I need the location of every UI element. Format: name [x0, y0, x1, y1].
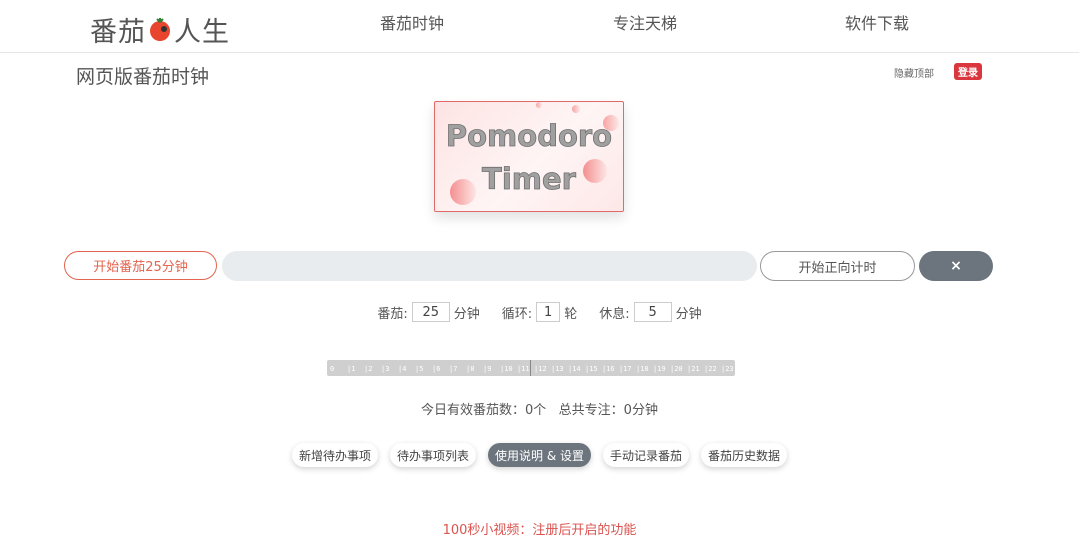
nav-software-download[interactable]: 软件下载: [845, 10, 909, 34]
day-timeline: 0 |1 |2 |3 |4 |5 |6 |7 |8 |9 |10 |11 |12 |13 |14 |15 |16…: [327, 360, 735, 376]
hide-top-link[interactable]: 隐藏顶部: [894, 65, 934, 80]
banner-line2: Timer: [482, 162, 577, 196]
action-buttons: 新增待办事项 待办事项列表 使用说明 & 设置 手动记录番茄 番茄历史数据: [0, 443, 1079, 467]
todo-list-button[interactable]: 待办事项列表: [389, 443, 476, 467]
tomato-minutes-input[interactable]: [411, 302, 450, 322]
help-settings-button[interactable]: 使用说明 & 设置: [488, 443, 591, 467]
manual-record-button[interactable]: 手动记录番茄: [603, 443, 690, 467]
logo-text-left: 番茄: [90, 17, 146, 48]
rest-label: 休息:: [599, 306, 630, 322]
top-bar: 番茄 人生 番茄时钟 专注天梯 软件下载: [0, 0, 1079, 53]
timeline-hour-0: 0: [330, 365, 335, 373]
tomato-label: 番茄:: [377, 306, 408, 322]
tomato-unit: 分钟: [453, 306, 480, 322]
banner-line1: Pomodoro: [446, 119, 612, 153]
timeline-hour-7: |7: [449, 365, 458, 373]
progress-bar: [222, 251, 757, 281]
rest-unit: 分钟: [675, 306, 702, 322]
timeline-hour-11: |11: [517, 365, 530, 373]
tomato-icon: [148, 17, 172, 42]
timeline-hour-19: |19: [653, 365, 666, 373]
timeline-hour-2: |2: [364, 365, 373, 373]
cycle-unit: 轮: [564, 306, 578, 322]
banner-graphic: Pomodoro Timer: [445, 102, 619, 205]
timeline-hour-20: |20: [670, 365, 683, 373]
timer-settings: 番茄: 分钟 循环: 轮 休息: 分钟: [0, 302, 1079, 322]
timeline-noon-marker: [530, 360, 531, 376]
nav-focus-ladder[interactable]: 专注天梯: [613, 10, 677, 34]
timeline-hour-23: |23: [721, 365, 734, 373]
start-count-up-button[interactable]: 开始正向计时: [760, 251, 915, 281]
timeline-hour-13: |13: [551, 365, 564, 373]
history-data-button[interactable]: 番茄历史数据: [701, 443, 788, 467]
timeline-hour-9: |9: [483, 365, 492, 373]
start-pomodoro-button[interactable]: 开始番茄25分钟: [64, 251, 217, 280]
timeline-hour-10: |10: [500, 365, 513, 373]
cycle-count-input[interactable]: [536, 302, 561, 322]
rest-minutes-input[interactable]: [633, 302, 672, 322]
timeline-hour-14: |14: [568, 365, 581, 373]
timeline-hour-3: |3: [381, 365, 390, 373]
login-button[interactable]: 登录: [954, 63, 982, 80]
timeline-hour-6: |6: [432, 365, 441, 373]
timeline-hour-4: |4: [398, 365, 407, 373]
timeline-hour-8: |8: [466, 365, 475, 373]
cycle-label: 循环:: [501, 306, 533, 322]
logo[interactable]: 番茄 人生: [90, 10, 230, 49]
timeline-hour-21: |21: [687, 365, 700, 373]
timeline-hour-1: |1: [347, 365, 356, 373]
nav-tomato-clock[interactable]: 番茄时钟: [380, 10, 444, 34]
add-todo-button[interactable]: 新增待办事项: [291, 443, 378, 467]
logo-text-right: 人生: [174, 17, 230, 48]
timeline-hour-12: |12: [534, 365, 547, 373]
timeline-hour-5: |5: [415, 365, 424, 373]
today-stats: 今日有效番茄数：0个 总共专注：0分钟: [421, 403, 658, 418]
page-title: 网页版番茄时钟: [76, 66, 210, 88]
timeline-hour-16: |16: [602, 365, 615, 373]
timeline-hour-22: |22: [704, 365, 717, 373]
close-button[interactable]: ×: [919, 251, 993, 281]
timeline-hour-18: |18: [636, 365, 649, 373]
timeline-hour-17: |17: [619, 365, 632, 373]
pomodoro-timer-banner: Pomodoro Timer: [434, 101, 624, 212]
video-feature-link[interactable]: 100秒小视频：注册后开启的功能: [0, 519, 1079, 538]
timeline-hour-15: |15: [585, 365, 598, 373]
